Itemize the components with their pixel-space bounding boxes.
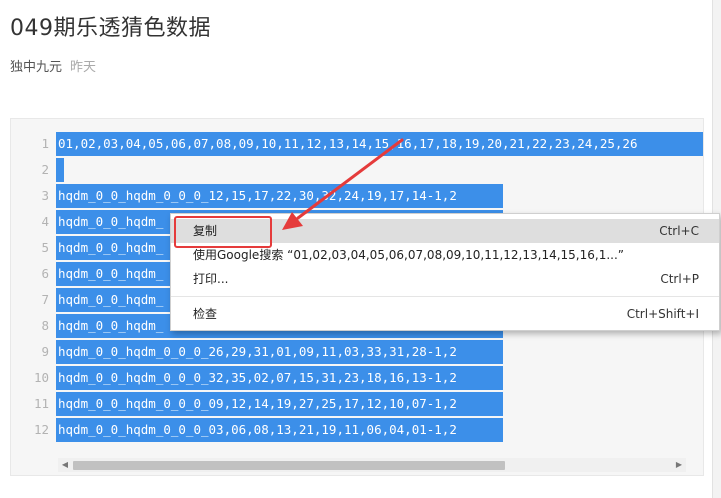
annotation-arrow-icon: [282, 138, 404, 230]
